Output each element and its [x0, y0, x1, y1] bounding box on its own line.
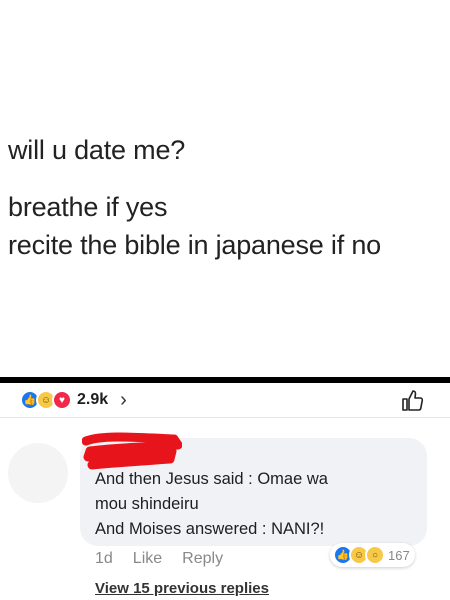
reaction-count: 2.9k	[77, 391, 109, 408]
avatar[interactable]	[8, 443, 68, 503]
comment-text-line-1: And then Jesus said : Omae wa	[95, 470, 328, 488]
comment-timestamp: 1d	[95, 550, 113, 567]
view-previous-replies-link[interactable]: View 15 previous replies	[95, 580, 269, 597]
chevron-right-icon[interactable]: ›	[120, 389, 127, 412]
thumbs-up-icon[interactable]	[400, 389, 424, 413]
post-reactions[interactable]: 👍 ☺ ♥ 2.9k ›	[20, 388, 127, 412]
like-link[interactable]: Like	[133, 550, 162, 568]
post-line-no: recite the bible in japanese if no	[8, 230, 381, 260]
comment-reactions[interactable]: 👍 ☺ ○ 167	[330, 543, 415, 567]
post-image-panel: will u date me? breathe if yes recite th…	[0, 0, 450, 377]
post-line-yes: breathe if yes	[8, 192, 168, 222]
comment-reaction-count: 167	[388, 547, 410, 563]
redaction-scribble	[82, 432, 182, 470]
comment-text-line-3: And Moises answered : NANI?!	[95, 520, 325, 538]
comment-text-line-2: mou shindeiru	[95, 495, 199, 513]
love-icon: ♥	[52, 390, 72, 410]
wow-icon: ○	[365, 545, 385, 565]
post-line-question: will u date me?	[8, 135, 186, 165]
divider	[0, 417, 450, 418]
facebook-comment-panel: 👍 ☺ ♥ 2.9k › And then Jesus said : Omae …	[0, 383, 450, 600]
reply-link[interactable]: Reply	[182, 550, 223, 568]
comment-actions: 1d Like Reply	[95, 550, 223, 568]
